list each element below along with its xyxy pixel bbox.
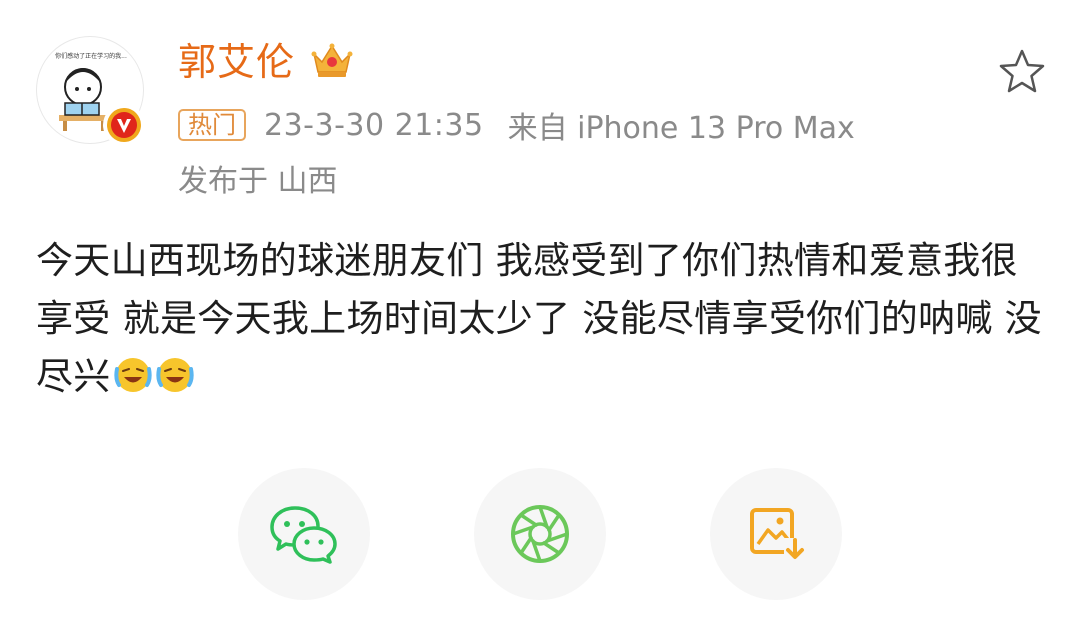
post-body: 今天山西现场的球迷朋友们 我感受到了你们热情和爱意我很享受 就是今天我上场时间太… [36,232,1046,406]
username[interactable]: 郭艾伦 [178,38,295,86]
post-meta: 热门 23-3-30 21:35 来自 iPhone 13 Pro Max [178,106,855,146]
crown-icon[interactable] [310,40,354,80]
verified-badge [103,104,145,146]
save-image-button[interactable] [710,468,842,600]
crying-laughing-emoji-icon [155,358,194,392]
crying-laughing-emoji-icon [113,358,152,392]
verified-v-icon [107,108,141,142]
hot-tag: 热门 [178,109,246,141]
moments-shutter-icon [511,505,569,563]
post-time: 23-3-30 21:35 [264,107,484,143]
wechat-icon [270,506,337,564]
save-image-icon [750,508,806,562]
post-source: 来自 iPhone 13 Pro Max [507,111,855,146]
share-wechat-button[interactable] [238,468,370,600]
star-outline-icon[interactable] [998,48,1046,94]
share-moments-button[interactable] [474,468,606,600]
post-location: 发布于 山西 [178,164,338,199]
